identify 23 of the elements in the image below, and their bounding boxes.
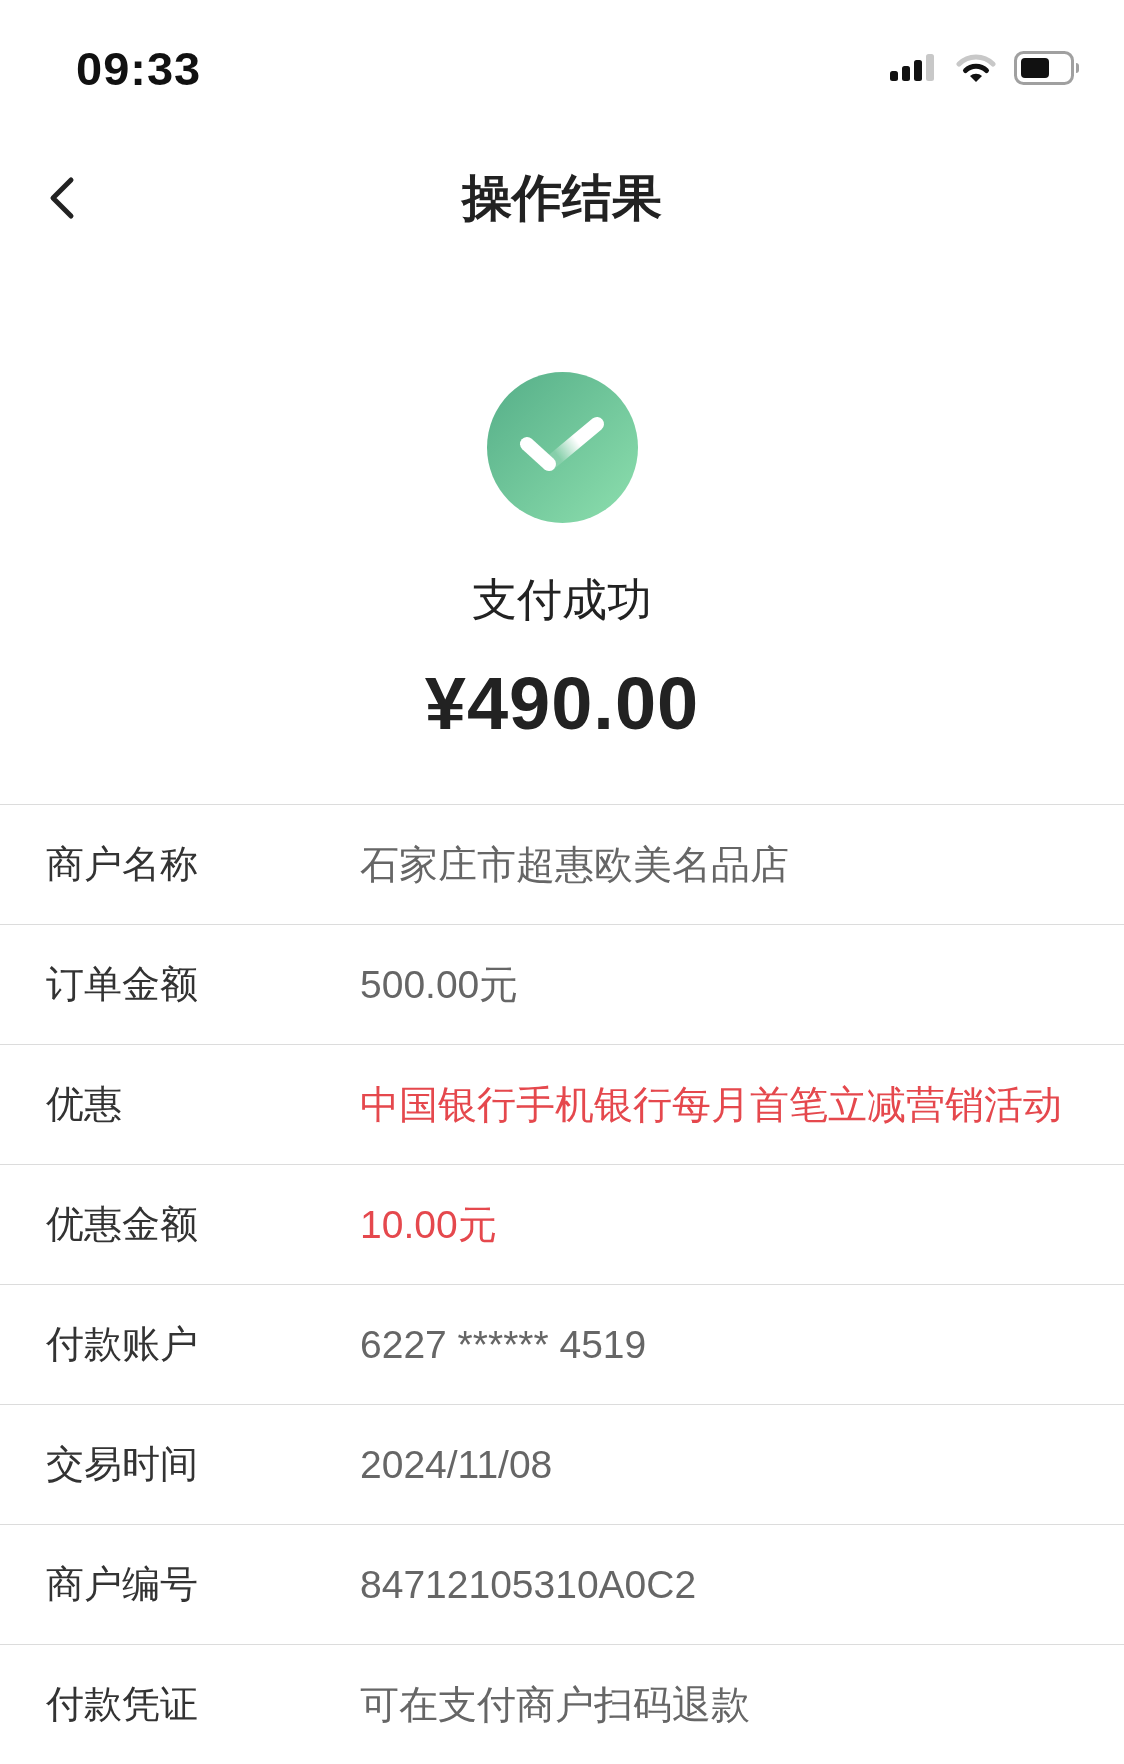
detail-label: 付款账户 (46, 1322, 199, 1367)
detail-value: 84712105310A0C2 (360, 1562, 697, 1607)
wifi-icon (956, 53, 996, 83)
payment-status-text: 支付成功 (472, 573, 652, 627)
status-time: 09:33 (76, 40, 202, 96)
detail-value: 500.00元 (360, 961, 519, 1008)
detail-value: 石家庄市超惠欧美名品店 (360, 841, 789, 888)
detail-label: 商户名称 (46, 842, 199, 887)
detail-value: 10.00元 (360, 1201, 497, 1248)
detail-value: 2024/11/08 (360, 1442, 553, 1487)
success-check-icon (486, 372, 638, 523)
detail-label: 交易时间 (46, 1442, 199, 1487)
battery-icon (1014, 51, 1080, 85)
page-title: 操作结果 (462, 168, 662, 228)
detail-label: 订单金额 (46, 962, 199, 1007)
detail-value: 可在支付商户扫码退款 (360, 1681, 750, 1728)
detail-label: 付款凭证 (46, 1682, 199, 1727)
detail-label: 商户编号 (46, 1562, 199, 1607)
detail-label: 优惠 (46, 1082, 123, 1127)
detail-value: 中国银行手机银行每月首笔立减营销活动 (360, 1081, 1062, 1128)
payment-amount: ¥490.00 (424, 661, 700, 747)
detail-value: 6227 ****** 4519 (360, 1322, 647, 1367)
detail-label: 优惠金额 (46, 1202, 199, 1247)
